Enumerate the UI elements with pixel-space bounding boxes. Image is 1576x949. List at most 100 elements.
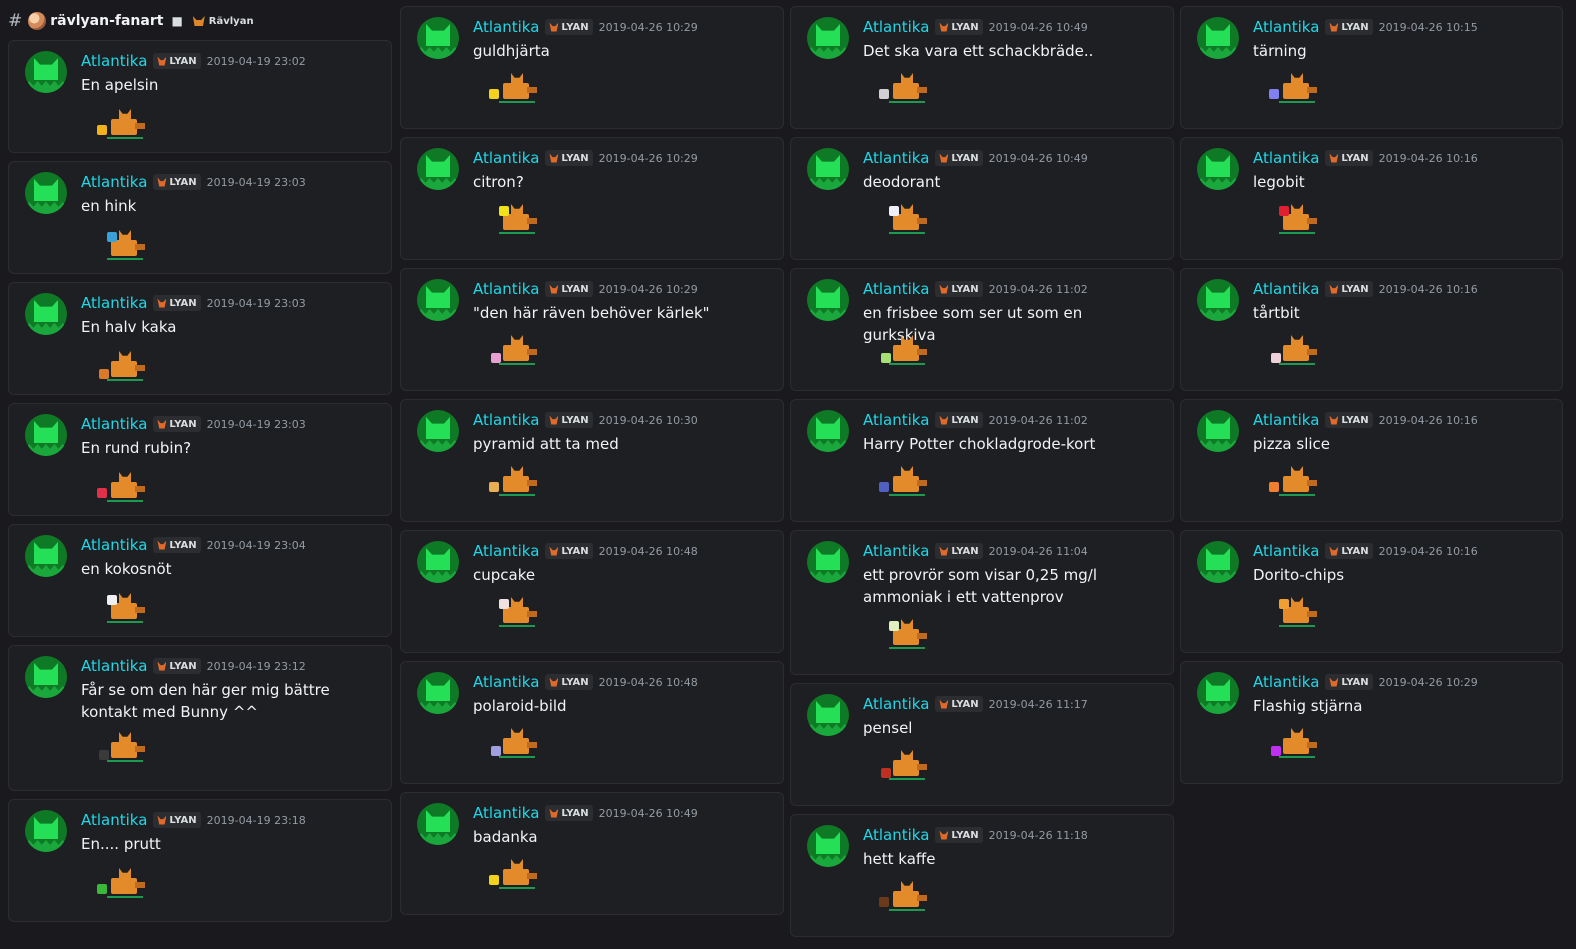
message-card[interactable]: Atlantika LYAN 2019-04-26 10:16 tårtbit (1180, 268, 1563, 391)
username[interactable]: Atlantika (81, 294, 147, 312)
username[interactable]: Atlantika (1253, 411, 1319, 429)
fox-sticker[interactable] (97, 226, 149, 266)
timestamp[interactable]: 2019-04-26 10:16 (1379, 545, 1478, 558)
username[interactable]: Atlantika (473, 280, 539, 298)
timestamp[interactable]: 2019-04-26 10:29 (599, 152, 698, 165)
role-badge[interactable]: LYAN (1325, 281, 1373, 297)
role-badge[interactable]: LYAN (935, 281, 983, 297)
message-card[interactable]: Atlantika LYAN 2019-04-19 23:12 Får se om d… (8, 645, 392, 791)
user-avatar[interactable] (417, 148, 459, 190)
fox-sticker[interactable] (879, 615, 931, 655)
role-badge[interactable]: LYAN (545, 674, 593, 690)
user-avatar[interactable] (1197, 410, 1239, 452)
role-badge[interactable]: LYAN (153, 812, 201, 828)
role-badge[interactable]: LYAN (1325, 412, 1373, 428)
user-avatar[interactable] (417, 672, 459, 714)
username[interactable]: Atlantika (1253, 18, 1319, 36)
role-badge[interactable]: LYAN (935, 412, 983, 428)
user-avatar[interactable] (807, 410, 849, 452)
username[interactable]: Atlantika (1253, 149, 1319, 167)
timestamp[interactable]: 2019-04-26 10:49 (989, 21, 1088, 34)
message-card[interactable]: Atlantika LYAN 2019-04-19 23:03 En halv kak… (8, 282, 392, 395)
user-avatar[interactable] (807, 148, 849, 190)
timestamp[interactable]: 2019-04-26 10:16 (1379, 414, 1478, 427)
user-avatar[interactable] (417, 803, 459, 845)
role-badge[interactable]: LYAN (1325, 543, 1373, 559)
message-card[interactable]: Atlantika LYAN 2019-04-19 23:18 En.... prut… (8, 799, 392, 922)
timestamp[interactable]: 2019-04-26 10:16 (1379, 152, 1478, 165)
username[interactable]: Atlantika (863, 826, 929, 844)
role-badge[interactable]: LYAN (153, 658, 201, 674)
role-badge[interactable]: LYAN (935, 827, 983, 843)
message-card[interactable]: Atlantika LYAN 2019-04-26 11:02 Harry Potte… (790, 399, 1174, 522)
role-badge[interactable]: LYAN (545, 150, 593, 166)
message-card[interactable]: Atlantika LYAN 2019-04-19 23:03 en hink (8, 161, 392, 274)
category-name[interactable]: Rävlyan (209, 16, 254, 27)
role-badge[interactable]: LYAN (935, 19, 983, 35)
user-avatar[interactable] (417, 541, 459, 583)
role-badge[interactable]: LYAN (935, 150, 983, 166)
fox-sticker[interactable] (1269, 593, 1321, 633)
user-avatar[interactable] (807, 694, 849, 736)
message-card[interactable]: Atlantika LYAN 2019-04-26 10:29 "den här rä… (400, 268, 784, 391)
message-card[interactable]: Atlantika LYAN 2019-04-26 10:30 pyramid att… (400, 399, 784, 522)
username[interactable]: Atlantika (473, 804, 539, 822)
username[interactable]: Atlantika (473, 18, 539, 36)
username[interactable]: Atlantika (863, 542, 929, 560)
role-badge[interactable]: LYAN (153, 537, 201, 553)
user-avatar[interactable] (25, 172, 67, 214)
timestamp[interactable]: 2019-04-19 23:03 (207, 297, 306, 310)
user-avatar[interactable] (807, 825, 849, 867)
username[interactable]: Atlantika (81, 52, 147, 70)
timestamp[interactable]: 2019-04-26 10:30 (599, 414, 698, 427)
fox-sticker[interactable] (489, 69, 541, 109)
fox-sticker[interactable] (879, 462, 931, 502)
timestamp[interactable]: 2019-04-26 10:29 (1379, 676, 1478, 689)
timestamp[interactable]: 2019-04-19 23:18 (207, 814, 306, 827)
username[interactable]: Atlantika (1253, 280, 1319, 298)
role-badge[interactable]: LYAN (153, 295, 201, 311)
timestamp[interactable]: 2019-04-26 11:04 (989, 545, 1088, 558)
message-card[interactable]: Atlantika LYAN 2019-04-19 23:04 en kokosnöt (8, 524, 392, 637)
message-card[interactable]: Atlantika LYAN 2019-04-26 10:48 polaroid-bi… (400, 661, 784, 784)
timestamp[interactable]: 2019-04-26 10:29 (599, 21, 698, 34)
message-card[interactable]: Atlantika LYAN 2019-04-26 10:49 badanka (400, 792, 784, 915)
fox-sticker[interactable] (97, 589, 149, 629)
user-avatar[interactable] (25, 535, 67, 577)
message-card[interactable]: Atlantika LYAN 2019-04-26 11:18 hett kaffe (790, 814, 1174, 937)
message-card[interactable]: Atlantika LYAN 2019-04-26 10:16 pizza slice (1180, 399, 1563, 522)
fox-sticker[interactable] (489, 462, 541, 502)
user-avatar[interactable] (1197, 17, 1239, 59)
user-avatar[interactable] (1197, 148, 1239, 190)
user-avatar[interactable] (807, 541, 849, 583)
user-avatar[interactable] (807, 279, 849, 321)
timestamp[interactable]: 2019-04-26 10:49 (989, 152, 1088, 165)
fox-sticker[interactable] (1269, 462, 1321, 502)
role-badge[interactable]: LYAN (1325, 674, 1373, 690)
message-card[interactable]: Atlantika LYAN 2019-04-19 23:02 En apelsin (8, 40, 392, 153)
fox-sticker[interactable] (1269, 724, 1321, 764)
fox-sticker[interactable] (1269, 331, 1321, 371)
timestamp[interactable]: 2019-04-19 23:03 (207, 418, 306, 431)
fox-sticker[interactable] (97, 347, 149, 387)
role-badge[interactable]: LYAN (545, 281, 593, 297)
user-avatar[interactable] (25, 51, 67, 93)
message-card[interactable]: Atlantika LYAN 2019-04-26 10:49 Det ska var… (790, 6, 1174, 129)
username[interactable]: Atlantika (473, 149, 539, 167)
role-badge[interactable]: LYAN (1325, 150, 1373, 166)
timestamp[interactable]: 2019-04-26 10:49 (599, 807, 698, 820)
message-card[interactable]: Atlantika LYAN 2019-04-26 10:16 Dorito-chip… (1180, 530, 1563, 653)
timestamp[interactable]: 2019-04-26 10:29 (599, 283, 698, 296)
message-card[interactable]: Atlantika LYAN 2019-04-26 10:16 legobit (1180, 137, 1563, 260)
message-card[interactable]: Atlantika LYAN 2019-04-26 10:48 cupcake (400, 530, 784, 653)
username[interactable]: Atlantika (81, 415, 147, 433)
timestamp[interactable]: 2019-04-26 11:02 (989, 414, 1088, 427)
user-avatar[interactable] (417, 410, 459, 452)
username[interactable]: Atlantika (81, 536, 147, 554)
username[interactable]: Atlantika (863, 695, 929, 713)
timestamp[interactable]: 2019-04-26 10:15 (1379, 21, 1478, 34)
username[interactable]: Atlantika (81, 657, 147, 675)
user-avatar[interactable] (25, 810, 67, 852)
username[interactable]: Atlantika (473, 673, 539, 691)
message-card[interactable]: Atlantika LYAN 2019-04-26 10:15 tärning (1180, 6, 1563, 129)
